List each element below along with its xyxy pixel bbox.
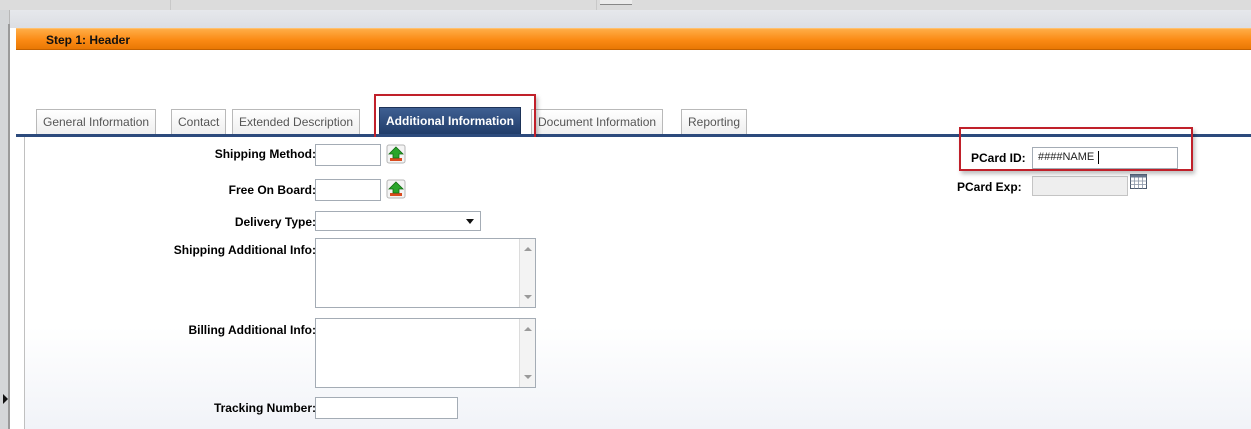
toolbar-splitter[interactable] [600,0,632,5]
free-on-board-input[interactable] [315,179,381,201]
textarea-scrollbar[interactable] [519,239,535,307]
tab-general-information[interactable]: General Information [36,109,157,134]
textarea-scrollbar[interactable] [519,319,535,387]
delivery-type-select[interactable] [315,211,481,231]
shipping-method-label: Shipping Method: [214,147,316,161]
lookup-arrow-icon[interactable] [386,179,406,199]
pcard-id-highlight [959,127,1193,171]
tab-extended-description[interactable]: Extended Description [232,109,361,134]
step-header-bar: Step 1: Header [16,28,1251,50]
toolbar-divider [170,0,171,10]
shipping-additional-info-textarea[interactable] [315,238,536,308]
lookup-arrow-icon[interactable] [386,144,406,164]
scroll-up-icon[interactable] [524,327,532,331]
shipping-method-input[interactable] [315,144,381,166]
billing-additional-info-label: Billing Additional Info: [188,323,316,337]
chevron-down-icon [466,219,474,224]
top-toolbar-strip [0,0,1251,10]
pcard-exp-input[interactable] [1032,176,1128,196]
tracking-number-input[interactable] [315,397,458,419]
delivery-type-label: Delivery Type: [234,215,316,229]
shipping-additional-info-label: Shipping Additional Info: [173,243,316,257]
step-title: Step 1: Header [46,33,131,47]
toolbar-divider [596,0,597,10]
left-collapse-rail[interactable] [0,10,10,429]
additional-information-panel: Shipping Method: Free On Board: Delivery… [24,137,1251,429]
toolbar-gap [0,10,1251,28]
tracking-number-label: Tracking Number: [213,401,316,415]
tab-contact[interactable]: Contact [171,109,227,134]
main-content: General Information Contact Extended Des… [16,50,1251,429]
rail-divider [8,24,10,429]
expand-arrow-icon[interactable] [3,394,8,404]
pcard-exp-label: PCard Exp: [957,180,1022,194]
free-on-board-label: Free On Board: [228,183,316,197]
tab-document-information[interactable]: Document Information [531,109,664,134]
scroll-down-icon[interactable] [524,295,532,299]
scroll-down-icon[interactable] [524,375,532,379]
tab-reporting[interactable]: Reporting [681,109,748,134]
billing-additional-info-textarea[interactable] [315,318,536,388]
scroll-up-icon[interactable] [524,247,532,251]
calendar-icon[interactable] [1130,174,1147,189]
